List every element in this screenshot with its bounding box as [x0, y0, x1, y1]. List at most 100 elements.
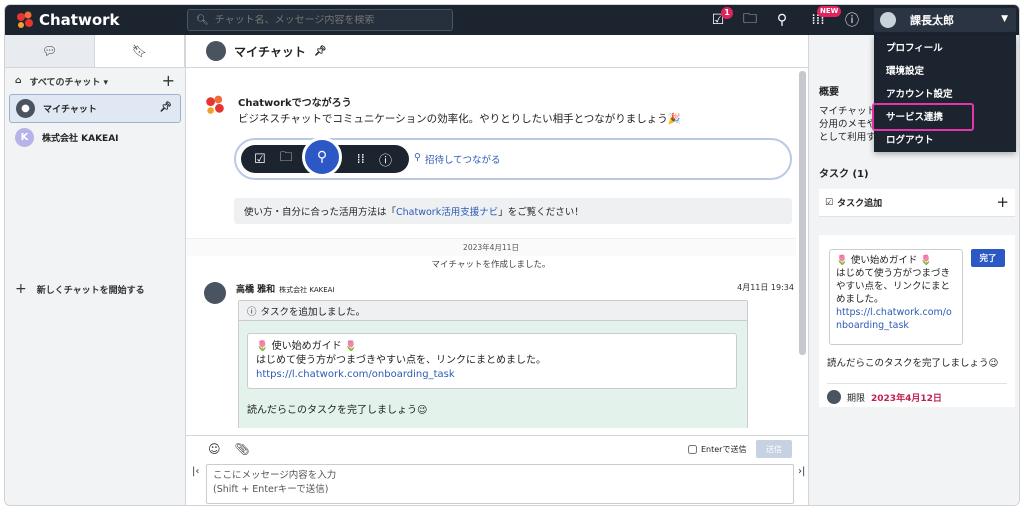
search-input[interactable]	[214, 14, 445, 26]
avatar: ●	[16, 99, 35, 118]
tasks-title: タスク (1)	[819, 169, 869, 180]
input-placeholder-line2: (Shift + Enterキーで送信)	[213, 484, 329, 495]
menu-item-logout[interactable]: ログアウト	[874, 127, 1016, 150]
app-window: Chatwork 🔍︎ ☑ 1 🗀 ⚲ ⁞⁞⁞ NEW ⓘ 課長太郎 ▼ プロフ…	[4, 4, 1020, 506]
top-bar: Chatwork 🔍︎ ☑ 1 🗀 ⚲ ⁞⁞⁞ NEW ⓘ 課長太郎 ▼	[5, 5, 1019, 35]
complete-task-button[interactable]: 完了	[971, 249, 1005, 267]
message-timeline[interactable]: Chatworkでつながろう ビジネスチャットでコミュニケーションの効率化。やり…	[186, 68, 796, 428]
room-name: 株式会社 KAKEAI	[42, 134, 119, 144]
enter-to-send-option[interactable]: Enterで送信	[688, 444, 746, 455]
tab-bookmarks[interactable]: 🔖︎	[95, 35, 185, 67]
add-contact-icon: ⚲	[414, 152, 421, 163]
collapse-right-icon[interactable]: ›|	[798, 466, 805, 477]
message-input[interactable]: ここにメッセージ内容を入力 (Shift + Enterキーで送信)	[206, 464, 794, 504]
task-card: 🌷 使い始めガイド 🌷 はじめて使う方がつまづきやすい点を、リンクにまとめました…	[247, 333, 737, 389]
timeline-scrollbar[interactable]	[799, 71, 806, 355]
apps-grid-icon[interactable]: ⁞⁞	[357, 152, 365, 167]
deadline-value: 2023年4月12日	[871, 393, 942, 404]
message-composer: ☺ 📎︎ Enterで送信 送信 |‹ ここにメッセージ内容を入力 (Shift…	[186, 435, 808, 505]
search-icon: 🔍︎	[196, 14, 209, 26]
plus-icon[interactable]: +	[996, 193, 1009, 211]
chat-bubble-icon: 💬︎	[41, 44, 58, 58]
room-avatar	[206, 41, 226, 61]
new-badge: NEW	[817, 6, 842, 17]
user-avatar	[880, 12, 896, 28]
message-time: 4月11日 19:34	[737, 283, 794, 292]
emoji-icon[interactable]: ☺	[208, 442, 221, 456]
feature-bar: ☑ 🗀 ⁞⁞ ⓘ ⚲ ⚲ 招待してつながる	[234, 137, 792, 180]
checkbox-icon: ☑	[825, 197, 834, 208]
welcome-title: Chatworkでつながろう	[238, 98, 352, 109]
folder-icon[interactable]: 🗀	[741, 11, 759, 29]
chatwork-logo[interactable]: Chatwork	[15, 10, 120, 30]
menu-item-profile[interactable]: プロフィール	[874, 35, 1016, 58]
search-box[interactable]: 🔍︎	[187, 9, 453, 31]
sidebar-item-my-chat[interactable]: ● マイチャット 📌︎	[9, 94, 181, 123]
contacts-icon[interactable]: ⚲	[302, 137, 342, 177]
menu-item-preferences[interactable]: 環境設定	[874, 58, 1016, 81]
chat-title: マイチャット	[234, 44, 306, 59]
guide-link[interactable]: Chatwork活用支援ナビ	[396, 204, 498, 218]
pin-icon[interactable]: 📌︎	[314, 46, 327, 57]
enter-to-send-label: Enterで送信	[701, 445, 747, 454]
collapse-left-icon[interactable]: |‹	[192, 466, 199, 477]
enter-to-send-checkbox[interactable]	[688, 445, 697, 454]
menu-item-account-settings[interactable]: アカウント設定	[874, 81, 1016, 104]
task-link[interactable]: https://l.chatwork.com/onboarding_task	[836, 307, 952, 331]
add-chat-plus-icon[interactable]: +	[162, 71, 175, 90]
apps-grid-icon[interactable]: ⁞⁞⁞ NEW	[809, 6, 842, 29]
plus-icon: +	[15, 281, 27, 297]
invite-link[interactable]: ⚲ 招待してつながる	[414, 152, 501, 166]
tab-chats[interactable]: 💬︎	[5, 35, 95, 67]
input-placeholder-line1: ここにメッセージ内容を入力	[213, 470, 337, 481]
task-card-link[interactable]: https://l.chatwork.com/onboarding_task	[256, 369, 455, 380]
sender-name: 高橋 雅和 株式会社 KAKEAI	[236, 285, 335, 295]
sender-avatar[interactable]	[204, 282, 226, 304]
new-chat-button[interactable]: + 新しくチャットを開始する	[15, 281, 145, 297]
task-header-text: タスクを追加しました。	[260, 306, 366, 318]
overview-title: 概要	[819, 87, 839, 98]
chat-main: マイチャット 📌︎ Chatworkでつながろう ビジネスチャットでコミュニケー…	[186, 35, 808, 505]
chat-filter-label: すべてのチャット ▾	[29, 77, 109, 88]
attachment-icon[interactable]: 📎︎	[235, 442, 250, 456]
bookmark-icon: 🔖︎	[131, 44, 148, 58]
chat-filter[interactable]: ⌂ すべてのチャット ▾ +	[5, 68, 185, 94]
guide-prefix: 使い方・自分に合った活用方法は「	[244, 207, 397, 218]
folder-icon[interactable]: 🗀	[280, 148, 293, 170]
chatwork-logo-icon	[206, 95, 224, 114]
task-content: 🌷 使い始めガイド 🌷 はじめて使う方がつまづきやすい点を、リンクにまとめました…	[829, 249, 963, 345]
task-list-item: 🌷 使い始めガイド 🌷 はじめて使う方がつまづきやすい点を、リンクにまとめました…	[819, 235, 1015, 407]
chat-header: マイチャット 📌︎	[186, 35, 808, 68]
add-task-button[interactable]: ☑ タスク追加 +	[819, 189, 1015, 217]
guide-bar: 使い方・自分に合った活用方法は「 Chatwork活用支援ナビ 」をご覧ください…	[234, 198, 792, 224]
overview-text: マイチャット分用のメモやとして利用す	[819, 106, 877, 143]
sidebar-item-kakeai[interactable]: K 株式会社 KAKEAI	[9, 123, 181, 152]
info-icon[interactable]: ⓘ	[843, 11, 861, 29]
home-icon: ⌂	[15, 76, 22, 86]
app-name: Chatwork	[39, 11, 120, 29]
task-check-icon[interactable]: ☑	[254, 152, 266, 167]
task-check-icon[interactable]: ☑ 1	[709, 7, 733, 29]
user-menu-button[interactable]: 課長太郎 ▼	[874, 8, 1016, 32]
info-icon: ⓘ	[247, 306, 257, 318]
assignee-avatar	[827, 390, 841, 404]
date-divider: 2023年4月11日	[186, 238, 796, 256]
info-icon[interactable]: ⓘ	[379, 150, 392, 169]
task-card-body: はじめて使う方がつまづきやすい点を、リンクにまとめました。	[256, 355, 546, 366]
sender-org: 株式会社 KAKEAI	[279, 286, 335, 294]
task-footer: 読んだらこのタスクを完了しましょう😉	[827, 358, 999, 369]
new-chat-label: 新しくチャットを開始する	[36, 285, 145, 296]
user-dropdown-menu: プロフィール 環境設定 アカウント設定 サービス連携 ログアウト	[872, 35, 1016, 152]
task-count-badge: 1	[721, 7, 733, 19]
send-button[interactable]: 送信	[756, 440, 792, 458]
contacts-icon[interactable]: ⚲	[773, 11, 791, 29]
left-sidebar: 💬︎ 🔖︎ ⌂ すべてのチャット ▾ + ● マイチャット 📌︎ K 株式会社 …	[5, 35, 186, 505]
menu-item-service-integration[interactable]: サービス連携	[872, 103, 1016, 131]
task-card-title: 🌷 使い始めガイド 🌷	[256, 341, 358, 352]
deadline-label: 期限	[847, 393, 866, 404]
chatwork-logo-icon	[17, 11, 33, 28]
task-header: ⓘ タスクを追加しました。	[239, 301, 747, 321]
pin-icon[interactable]: 📌︎	[159, 102, 172, 113]
avatar: K	[15, 128, 34, 147]
task-deadline: 期限 2023年4月12日	[827, 383, 1007, 404]
